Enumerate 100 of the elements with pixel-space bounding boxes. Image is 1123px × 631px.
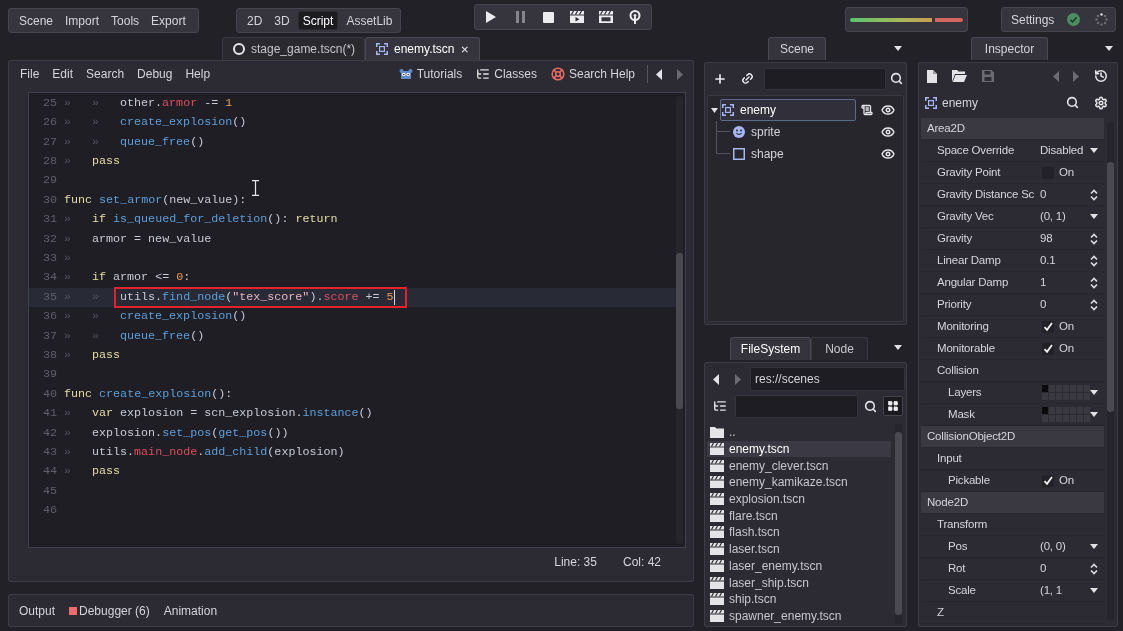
document-tab[interactable]: enemy.tscn [365,37,480,60]
layer-toggle[interactable] [1049,385,1055,392]
number-field[interactable]: 1 [1040,272,1104,293]
tree-view-icon[interactable] [713,399,727,413]
workspace-tab[interactable]: 2D [243,11,267,30]
menu-item[interactable]: Tools [111,11,140,30]
section-header[interactable]: Area2D [921,118,1104,140]
filter-field[interactable] [735,394,858,418]
menu-item[interactable]: Import [65,11,100,30]
expand-arrow-icon[interactable] [711,107,718,113]
tree-item[interactable]: enemy [720,99,856,121]
filesystem-entry[interactable]: .. [707,424,891,441]
dock-tab[interactable]: Inspector [971,37,1048,60]
menu-item[interactable]: Debug [137,65,173,83]
bottom-panel-tab[interactable]: Animation [163,601,218,620]
play-icon[interactable] [486,11,497,23]
menu-item[interactable]: Scene [19,11,54,30]
dropdown-arrow-icon[interactable] [1090,390,1098,395]
document-tab[interactable]: stage_game.tscn(*) [222,37,365,60]
node-name[interactable]: enemy [942,93,979,112]
dock-tab[interactable]: Scene [768,37,826,60]
antenna-icon[interactable] [628,10,641,24]
code-editor[interactable] [28,92,686,548]
property-group-label[interactable]: Input [937,451,962,464]
help-button[interactable]: Tutorials [398,65,463,83]
spin-arrows-icon[interactable] [1090,188,1098,201]
help-button[interactable]: Search Help [550,65,635,83]
help-button[interactable]: Classes [476,65,537,83]
filter-field[interactable] [764,67,886,90]
layer-toggle[interactable] [1042,415,1048,422]
document-icon[interactable] [927,69,937,83]
workspace-tab[interactable]: Script [297,11,339,30]
layer-toggle[interactable] [1084,415,1090,422]
dropdown-arrow-icon[interactable] [894,45,902,51]
history-icon[interactable] [1094,69,1108,83]
layer-toggle[interactable] [1049,407,1055,414]
dock-tab[interactable]: FileSystem [730,337,811,360]
filesystem-entry[interactable]: laser_ship.tscn [707,574,891,591]
filesystem-entry[interactable]: explosion.tscn [707,490,891,508]
grid-view-button[interactable] [883,396,903,416]
dropdown-field[interactable]: (1, 1 [1040,580,1104,601]
back-arrow-icon[interactable] [656,68,662,80]
number-field[interactable]: 98 [1040,228,1104,249]
stop-icon[interactable] [543,11,555,23]
menu-item[interactable]: Search [86,65,125,83]
add-icon[interactable] [713,71,727,86]
filesystem-entry[interactable]: spawner_enemy.tscn [707,607,891,625]
filesystem-entry[interactable]: ship.tscn [707,590,891,608]
spin-arrows-icon[interactable] [1090,254,1098,267]
layer-toggle[interactable] [1084,407,1090,414]
settings-icon[interactable] [1094,95,1108,110]
layer-toggle[interactable] [1042,385,1048,392]
layer-toggle[interactable] [1042,407,1048,414]
tree-item[interactable]: sprite [731,121,856,143]
tree-item[interactable]: shape [731,143,856,165]
bottom-panel-tab[interactable]: Output [19,601,56,620]
settings-button[interactable]: Settings [1011,10,1055,29]
spin-arrows-icon[interactable] [1090,232,1098,245]
number-field[interactable]: 0.1 [1040,250,1104,271]
spin-arrows-icon[interactable] [1090,276,1098,289]
search-icon[interactable] [864,399,877,413]
filesystem-entry[interactable]: enemy_clever.tscn [707,457,891,475]
layer-toggle[interactable] [1084,385,1090,392]
section-header[interactable]: Node2D [921,492,1104,514]
clapperboard-play-icon[interactable] [570,11,585,23]
workspace-tab[interactable]: AssetLib [342,11,397,30]
number-field[interactable]: 0 [1040,294,1104,315]
dropdown-field[interactable]: (0, 1) [1040,206,1104,227]
number-field[interactable]: 0 [1040,184,1104,205]
bottom-panel-tab[interactable]: Debugger (6) [69,601,150,620]
filesystem-entry[interactable]: enemy.tscn [707,440,891,458]
folder-open-icon[interactable] [952,70,967,82]
dropdown-arrow-icon[interactable] [1105,45,1113,51]
filesystem-entry[interactable]: laser_enemy.tscn [707,557,891,575]
dropdown-arrow-icon[interactable] [1090,412,1098,417]
script-icon[interactable] [861,104,873,116]
search-icon[interactable] [1066,96,1079,109]
filesystem-entry[interactable]: flare.tscn [707,507,891,525]
eye-icon[interactable] [881,103,895,117]
layer-toggle[interactable] [1042,393,1048,400]
menu-item[interactable]: Edit [52,65,74,83]
path-field[interactable]: res://scenes [750,367,905,391]
layer-toggle[interactable] [1084,393,1090,400]
property-group-label[interactable]: Z [937,605,944,618]
checkbox[interactable] [1042,320,1054,333]
menu-item[interactable]: Help [185,65,211,83]
checkbox[interactable] [1042,474,1054,487]
search-icon[interactable] [890,72,903,85]
layer-toggle[interactable] [1049,415,1055,422]
checkbox[interactable] [1042,342,1054,355]
back-arrow-icon[interactable] [713,373,719,385]
menu-item[interactable]: Export [151,11,186,30]
workspace-tab[interactable]: 3D [270,11,294,30]
section-header[interactable]: CollisionObject2D [921,426,1104,448]
eye-icon[interactable] [881,125,895,139]
scrollbar-thumb[interactable] [1107,162,1114,412]
dock-tab[interactable]: Node [811,337,868,360]
dropdown-field[interactable]: (0, 0) [1040,536,1104,557]
layer-toggle[interactable] [1049,393,1055,400]
spin-arrows-icon[interactable] [1090,298,1098,311]
